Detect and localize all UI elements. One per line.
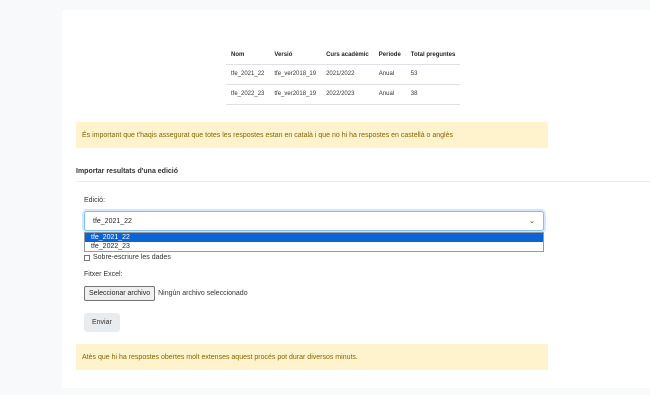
cell-curs: 2021/2022 xyxy=(321,64,374,85)
submit-button[interactable]: Enviar xyxy=(84,313,120,332)
overwrite-row: Sobre-escriure les dades xyxy=(84,254,171,261)
cell-total: 53 xyxy=(405,64,461,85)
table-row: tfe_2022_23 tfe_ver2018_19 2022/2023 Anu… xyxy=(226,84,461,105)
file-status-text: Ningún archivo seleccionado xyxy=(158,290,248,297)
chevron-down-icon: ⌄ xyxy=(529,218,535,225)
edition-option[interactable]: tfe_2021_22 xyxy=(85,233,543,242)
col-header-periode: Període xyxy=(373,46,406,65)
file-label: Fitxer Excel: xyxy=(84,271,123,278)
edition-select-value: tfe_2021_22 xyxy=(93,217,132,225)
section-divider xyxy=(76,181,650,182)
cell-curs: 2022/2023 xyxy=(321,84,374,105)
editions-table: Nom Versió Curs acadèmic Període Total p… xyxy=(226,46,461,105)
col-header-versio: Versió xyxy=(269,46,322,65)
edition-select[interactable]: tfe_2021_22 ⌄ xyxy=(84,211,544,231)
overwrite-label: Sobre-escriure les dades xyxy=(93,254,171,261)
choose-file-button[interactable]: Seleccionar archivo xyxy=(84,286,156,301)
edition-label: Edició: xyxy=(84,197,106,204)
table-row: tfe_2021_22 tfe_ver2018_19 2021/2022 Anu… xyxy=(226,64,461,85)
file-input: Seleccionar archivo Ningún archivo selec… xyxy=(84,286,248,301)
edition-dropdown-list: tfe_2021_22 tfe_2022_23 xyxy=(84,232,544,252)
col-header-nom: Nom xyxy=(226,46,270,65)
duration-warning-text: Atès que hi ha respostes obertes molt ex… xyxy=(82,353,358,361)
language-warning-text: És important que t'haqis assegurat que t… xyxy=(82,131,454,139)
cell-versio: tfe_ver2018_19 xyxy=(269,84,322,105)
col-header-total: Total preguntes xyxy=(405,46,461,65)
duration-warning-alert: Atès que hi ha respostes obertes molt ex… xyxy=(76,344,548,370)
table-header-row: Nom Versió Curs acadèmic Període Total p… xyxy=(226,46,461,65)
cell-versio: tfe_ver2018_19 xyxy=(269,64,322,85)
edition-option[interactable]: tfe_2022_23 xyxy=(85,242,543,251)
overwrite-checkbox[interactable] xyxy=(84,254,90,261)
cell-total: 38 xyxy=(405,84,461,105)
import-section-title: Importar resultats d'una edició xyxy=(76,168,179,175)
cell-periode: Anual xyxy=(373,84,406,105)
language-warning-alert: És important que t'haqis assegurat que t… xyxy=(76,122,548,148)
cell-periode: Anual xyxy=(373,64,406,85)
cell-nom: tfe_2022_23 xyxy=(226,84,270,105)
cell-nom: tfe_2021_22 xyxy=(226,64,270,85)
col-header-curs: Curs acadèmic xyxy=(321,46,374,65)
